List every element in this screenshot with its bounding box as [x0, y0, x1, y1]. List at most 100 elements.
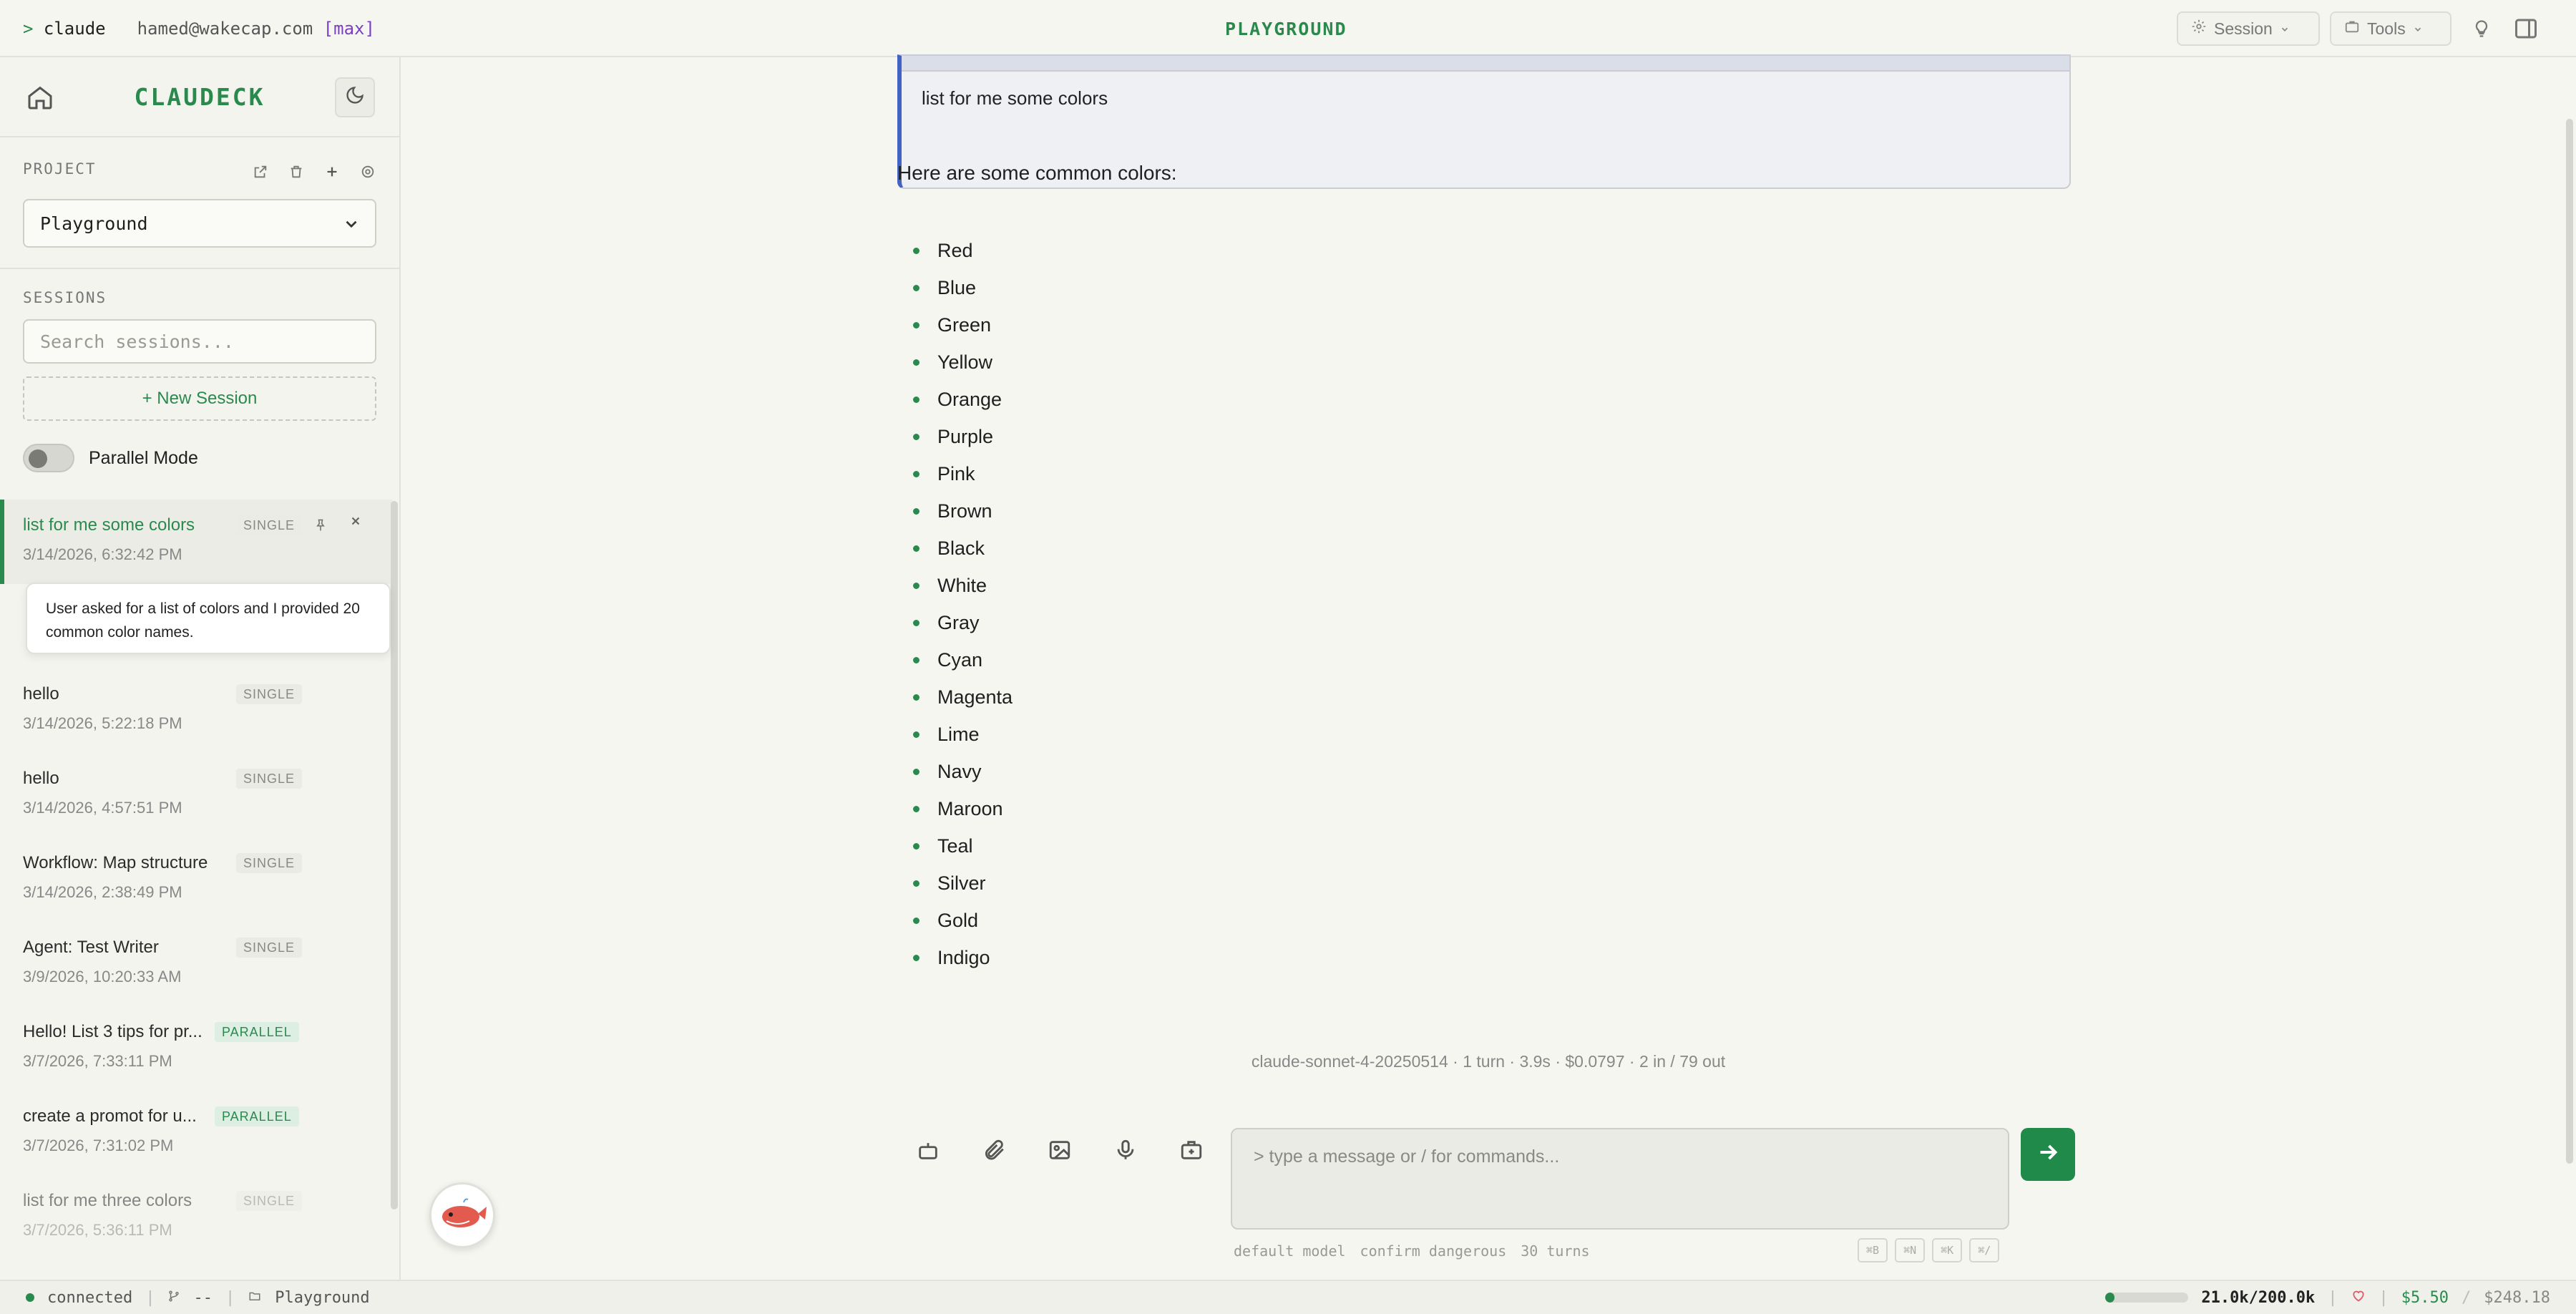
session-date: 3/9/2026, 10:20:33 AM: [23, 968, 182, 986]
session-item[interactable]: list for me three colors SINGLE 3/7/2026…: [0, 1175, 392, 1260]
send-button[interactable]: [2021, 1128, 2075, 1181]
close-icon[interactable]: [349, 512, 362, 532]
session-item[interactable]: Hello! List 3 tips for pr... PARALLEL 3/…: [0, 1006, 392, 1091]
external-link-icon[interactable]: [250, 162, 270, 182]
parallel-mode-toggle[interactable]: [23, 444, 74, 472]
prompt-symbol: >: [23, 19, 34, 39]
context-usage-text: 21.0k/200.0k: [2201, 1288, 2316, 1307]
context-usage-fill: [2105, 1293, 2114, 1303]
new-session-button[interactable]: + New Session: [23, 376, 376, 421]
chevron-down-icon: [2280, 19, 2290, 39]
session-cost: $5.50: [2401, 1288, 2449, 1307]
color-list-item: Pink: [897, 455, 1013, 492]
session-mode-badge: SINGLE: [236, 853, 303, 873]
page-title: PLAYGROUND: [1225, 18, 1347, 39]
status-left: connected | -- | Playground: [26, 1281, 370, 1314]
color-list-item: Gold: [897, 902, 1013, 939]
color-list-item: Brown: [897, 492, 1013, 530]
project-select-value: Playground: [40, 213, 148, 234]
settings-icon[interactable]: [358, 162, 378, 182]
plan-tag: [max]: [323, 19, 375, 39]
color-list-item: Orange: [897, 381, 1013, 418]
session-menu-label: Session: [2214, 19, 2273, 38]
user-message-header: [902, 56, 2069, 72]
model-option[interactable]: default model: [1234, 1242, 1346, 1260]
status-right: 21.0k/200.0k | | $5.50 / $248.18: [2105, 1281, 2550, 1314]
trash-icon[interactable]: [286, 162, 306, 182]
session-name: Agent: Test Writer: [23, 938, 159, 957]
session-item[interactable]: create a promot for u... PARALLEL 3/7/20…: [0, 1091, 392, 1175]
mascot-avatar[interactable]: [429, 1182, 495, 1248]
session-name: list for me three colors: [23, 1191, 192, 1210]
color-list-item: Maroon: [897, 790, 1013, 827]
chevron-down-icon: [2413, 19, 2423, 39]
session-date: 3/7/2026, 7:33:11 PM: [23, 1052, 172, 1070]
top-bar: > claude hamed@wakecap.com [max] PLAYGRO…: [0, 0, 2576, 57]
git-branch-icon: [167, 1289, 180, 1307]
tools-menu-label: Tools: [2367, 19, 2406, 38]
confirm-option[interactable]: confirm dangerous: [1360, 1242, 1507, 1260]
separator: |: [225, 1288, 235, 1307]
user-message-text: list for me some colors: [922, 87, 1108, 109]
session-item[interactable]: Workflow: Map structure SINGLE 3/14/2026…: [0, 837, 392, 922]
toolbox-icon: [2344, 19, 2360, 39]
git-branch-value: --: [193, 1288, 213, 1307]
session-date: 3/7/2026, 5:36:11 PM: [23, 1221, 172, 1239]
color-list-item: Lime: [897, 716, 1013, 753]
session-name: Hello! List 3 tips for pr...: [23, 1022, 203, 1041]
session-date: 3/14/2026, 2:38:49 PM: [23, 883, 182, 901]
session-mode-badge: SINGLE: [236, 684, 303, 704]
plus-icon[interactable]: [322, 162, 342, 182]
microphone-icon[interactable]: [1109, 1134, 1142, 1167]
session-date: 3/14/2026, 4:57:51 PM: [23, 799, 182, 817]
session-mode-badge: PARALLEL: [215, 1022, 299, 1042]
session-item[interactable]: hello SINGLE 3/14/2026, 4:57:51 PM: [0, 753, 392, 837]
search-sessions-input[interactable]: Search sessions...: [23, 319, 376, 364]
shortcut-key: ⌘K: [1932, 1238, 1963, 1262]
connection-status: connected: [47, 1288, 133, 1307]
separator: /: [2462, 1288, 2472, 1307]
lightbulb-icon[interactable]: [2466, 13, 2497, 44]
session-item-active[interactable]: list for me some colors SINGLE 3/14/2026…: [0, 500, 392, 584]
panel-toggle-icon[interactable]: [2510, 13, 2542, 44]
divider: [0, 268, 399, 269]
app-prompt[interactable]: > claude: [23, 19, 106, 39]
session-menu-button[interactable]: Session: [2177, 11, 2320, 46]
paperclip-icon[interactable]: [977, 1134, 1010, 1167]
color-list-item: Indigo: [897, 939, 1013, 976]
assistant-color-list: Red Blue Green Yellow Orange Purple Pink Brown B…: [897, 232, 1013, 976]
sidebar-scrollbar[interactable]: [391, 501, 398, 1210]
image-icon[interactable]: [1043, 1134, 1076, 1167]
heart-icon[interactable]: [2351, 1288, 2366, 1307]
session-name: hello: [23, 769, 59, 788]
sidebar: CLAUDECK PROJECT Playground SESSIONS Sea…: [0, 57, 401, 1280]
color-list-item: Silver: [897, 865, 1013, 902]
shortcut-key: ⌘/: [1969, 1238, 2000, 1262]
color-list-item: Teal: [897, 827, 1013, 865]
chevron-down-icon: [342, 215, 361, 238]
project-select[interactable]: Playground: [23, 199, 376, 248]
session-item[interactable]: hello SINGLE 3/14/2026, 5:22:18 PM: [0, 668, 392, 753]
color-list-item: Navy: [897, 753, 1013, 790]
session-date: 3/14/2026, 6:32:42 PM: [23, 545, 182, 563]
chat-area: list for me some colors Here are some co…: [401, 54, 2576, 1280]
toolbox-icon[interactable]: [1175, 1134, 1208, 1167]
divider: [0, 136, 399, 137]
session-item[interactable]: Agent: Test Writer SINGLE 3/9/2026, 10:2…: [0, 922, 392, 1006]
separator: |: [2379, 1288, 2389, 1307]
status-bar: connected | -- | Playground 21.0k/200.0k…: [0, 1280, 2576, 1314]
pin-icon[interactable]: [313, 517, 328, 539]
top-bar-left: > claude hamed@wakecap.com [max]: [23, 0, 375, 57]
tools-menu-button[interactable]: Tools: [2330, 11, 2451, 46]
folder-icon: [248, 1289, 262, 1307]
session-date: 3/14/2026, 5:22:18 PM: [23, 714, 182, 732]
robot-icon[interactable]: [912, 1134, 945, 1167]
session-date: 3/7/2026, 7:31:02 PM: [23, 1137, 174, 1154]
keyboard-shortcuts: ⌘B ⌘N ⌘K ⌘/: [1858, 1238, 2000, 1262]
message-input[interactable]: > type a message or / for commands...: [1231, 1128, 2009, 1230]
turns-option[interactable]: 30 turns: [1521, 1242, 1589, 1260]
chat-scrollbar[interactable]: [2566, 119, 2573, 1164]
session-mode-badge: SINGLE: [236, 769, 303, 789]
composer-tools: [912, 1134, 1208, 1167]
theme-toggle-button[interactable]: [335, 77, 375, 117]
